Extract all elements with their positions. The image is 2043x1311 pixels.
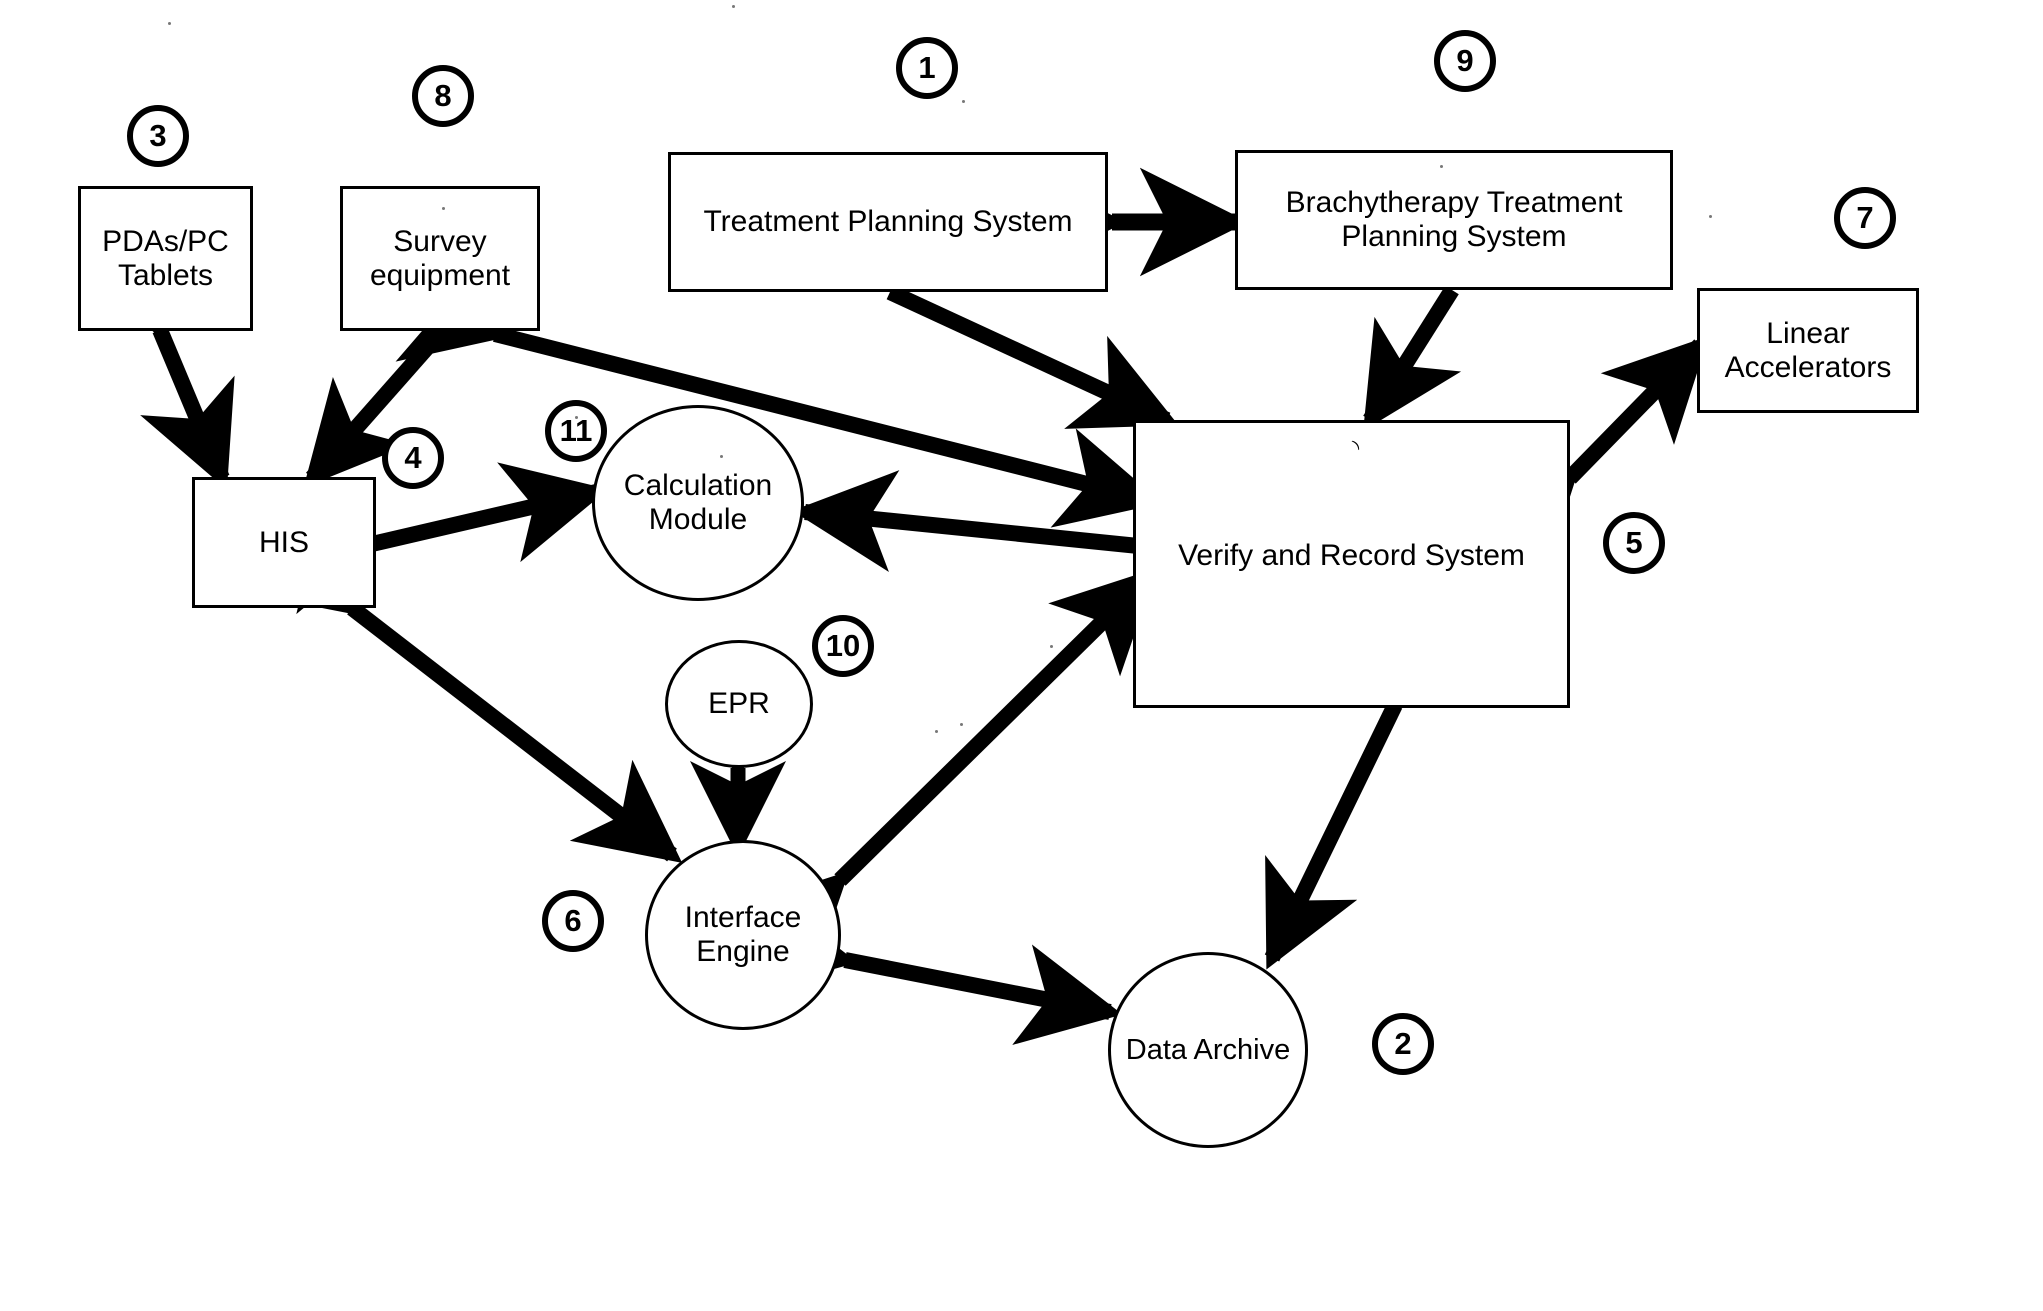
edge-tps-vnr (886, 284, 1179, 429)
edge-vnr-archive (1264, 701, 1403, 970)
edge-iface-vnr (740, 568, 1158, 980)
node-his[interactable]: HIS (192, 477, 376, 608)
tag-11: 11 (545, 400, 607, 462)
tag-4: 4 (382, 427, 444, 489)
node-linac-label-line2: Accelerators (1724, 350, 1892, 384)
node-pdas-label-line1: PDAs/PC (102, 224, 229, 258)
node-calc-label-line2: Module (648, 503, 748, 536)
node-pdas-pc-tablets[interactable]: PDAs/PC Tablets (78, 186, 253, 331)
scan-speck (720, 455, 723, 458)
edge-pdas-his (78, 227, 235, 490)
node-brachy-label-line2: Planning System (1341, 220, 1567, 253)
node-verify-and-record-system[interactable]: Verify and Record System (1133, 420, 1570, 708)
node-survey-label-line1: Survey (393, 224, 487, 258)
node-brachytherapy-treatment-planning-system[interactable]: Brachytherapy Treatment Planning System (1235, 150, 1673, 290)
edge-vnr-calc (792, 470, 1149, 573)
tag-2: 2 (1372, 1013, 1434, 1075)
node-calc-label-line1: Calculation (623, 469, 773, 503)
scan-speck (732, 5, 735, 8)
scan-speck (962, 100, 965, 103)
edge-brachy-vnr (1363, 285, 1462, 431)
scan-speck (1440, 165, 1443, 168)
node-linac-label-line1: Linear (1766, 316, 1850, 350)
node-brachy-label-line1: Brachytherapy Treatment (1285, 186, 1623, 220)
node-survey-label-line2: equipment (369, 258, 511, 292)
tag-3-label: 3 (149, 118, 167, 153)
node-epr[interactable]: EPR (665, 640, 813, 768)
tag-10-label: 10 (825, 628, 861, 663)
tag-5: 5 (1603, 512, 1665, 574)
node-tps-label: Treatment Planning System (703, 205, 1073, 239)
scan-speck (1050, 645, 1053, 648)
edge-vnr-linac (1470, 335, 1709, 578)
edge-iface-archive (747, 892, 1123, 1045)
tag-9: 9 (1434, 30, 1496, 92)
node-vnr-label: Verify and Record System (1178, 539, 1525, 573)
scan-speck (442, 207, 445, 210)
tag-9-label: 9 (1456, 43, 1474, 78)
tag-2-label: 2 (1394, 1026, 1412, 1061)
diagram-canvas: PDAs/PC Tablets Survey equipment Treatme… (0, 0, 2043, 1311)
node-pdas-label-line2: Tablets (117, 258, 214, 292)
tag-1-label: 1 (918, 50, 936, 85)
tag-10: 10 (812, 615, 874, 677)
tag-8: 8 (412, 65, 474, 127)
tag-4-label: 4 (404, 440, 422, 475)
scan-speck (1709, 215, 1712, 218)
edge-his-calc (273, 462, 609, 615)
node-interface-engine[interactable]: Interface Engine (645, 840, 841, 1030)
node-survey-equipment[interactable]: Survey equipment (340, 186, 540, 331)
tag-6: 6 (542, 890, 604, 952)
tag-1: 1 (896, 37, 958, 99)
node-epr-label: EPR (708, 687, 770, 721)
node-iface-label-line1: Interface (684, 901, 802, 935)
scan-speck (575, 416, 578, 419)
node-iface-label-line2: Engine (696, 935, 790, 968)
scan-speck (168, 22, 171, 25)
tag-5-label: 5 (1625, 525, 1643, 560)
node-linear-accelerators[interactable]: Linear Accelerators (1697, 288, 1919, 413)
tag-8-label: 8 (434, 78, 452, 113)
node-treatment-planning-system[interactable]: Treatment Planning System (668, 152, 1108, 292)
node-archive-label: Data Archive (1125, 1033, 1291, 1066)
tag-7-label: 7 (1856, 200, 1874, 235)
edge-his-iface (249, 512, 683, 863)
node-data-archive[interactable]: Data Archive (1108, 952, 1308, 1148)
node-calculation-module[interactable]: Calculation Module (592, 405, 804, 601)
scan-speck (960, 723, 963, 726)
tag-3: 3 (127, 105, 189, 167)
tag-7: 7 (1834, 187, 1896, 249)
node-his-label: HIS (258, 525, 309, 559)
tag-6-label: 6 (564, 903, 582, 938)
scan-speck (935, 730, 938, 733)
